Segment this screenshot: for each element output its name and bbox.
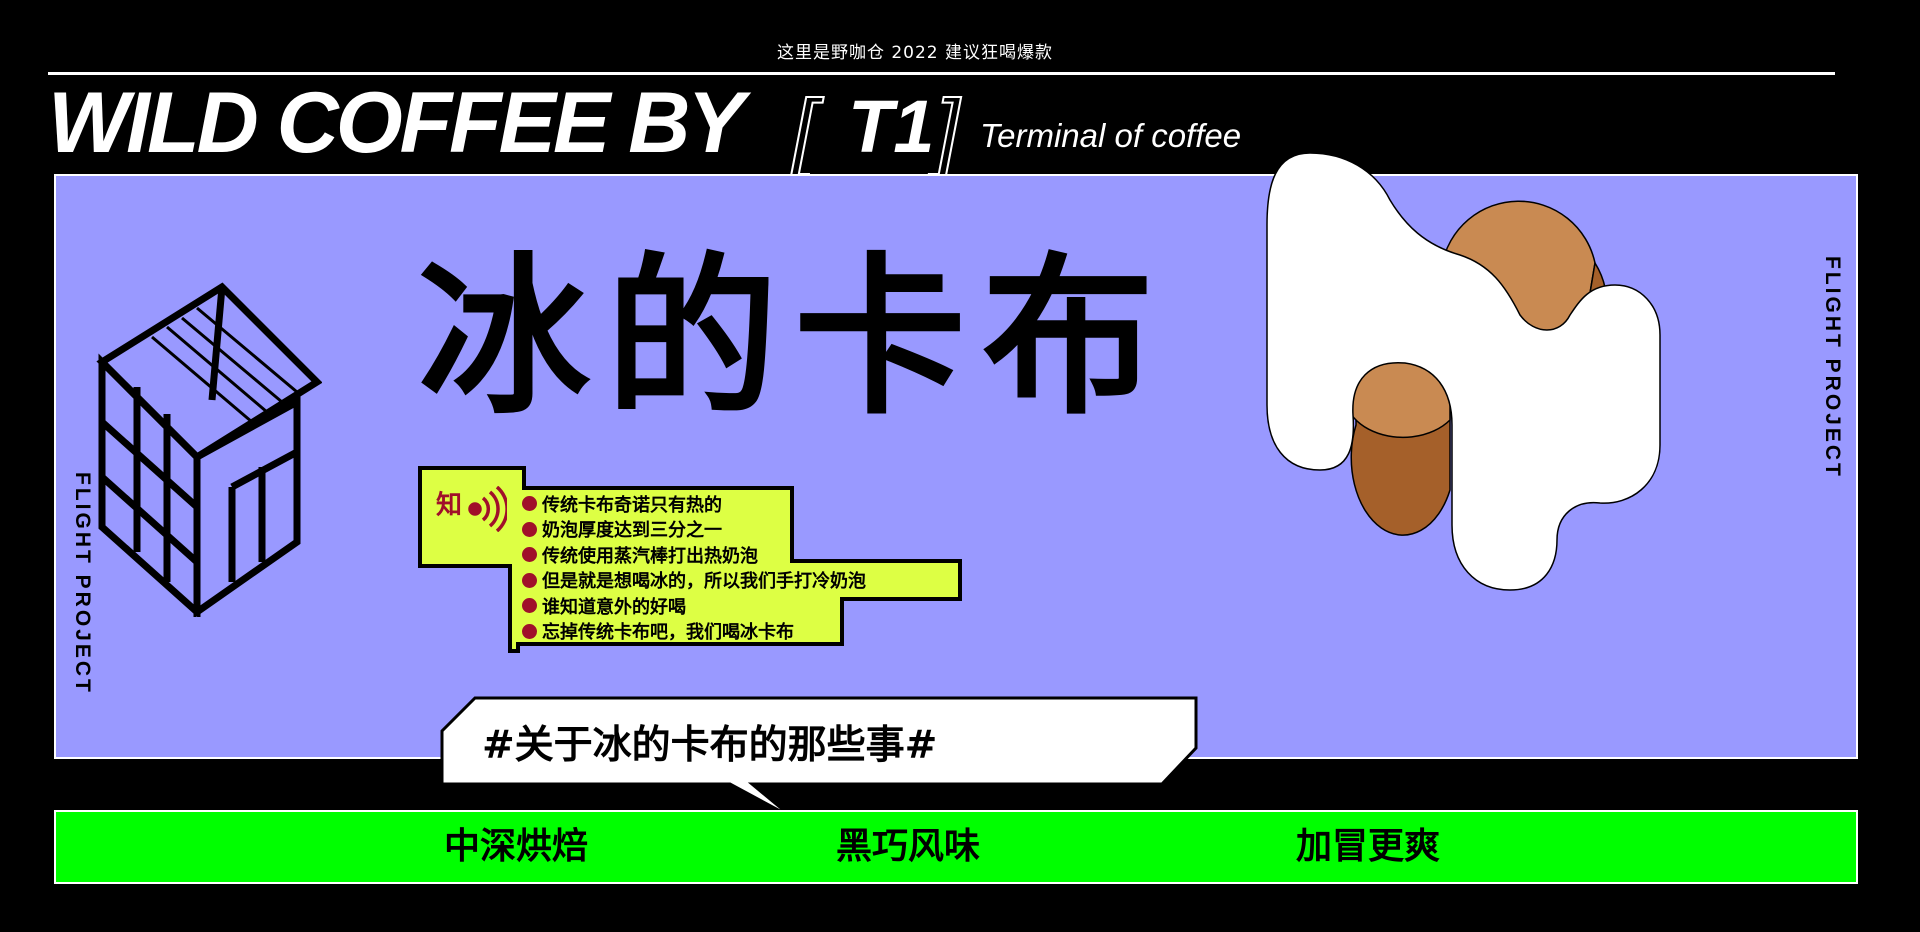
list-item: 谁知道意外的好喝 <box>522 593 866 619</box>
notes-list: 传统卡布奇诺只有热的 奶泡厚度达到三分之一 传统使用蒸汽棒打出热奶泡 但是就是想… <box>522 491 866 644</box>
bracket-left: [ <box>791 81 817 180</box>
header-tagline: 这里是野咖仓 2022 建议狂喝爆款 <box>776 43 1054 63</box>
list-item-text: 传统使用蒸汽棒打出热奶泡 <box>542 545 758 567</box>
feature-flavor: 黑巧风味 <box>836 826 981 867</box>
bubble-text: #关于冰的卡布的那些事# <box>482 723 938 768</box>
wild-logo-house-icon <box>92 282 323 621</box>
knowledge-sound-icon: 知 <box>436 485 509 533</box>
bullet-dot <box>522 598 537 614</box>
brand-subtitle: Terminal of coffee <box>980 117 1242 154</box>
list-item-text: 谁知道意外的好喝 <box>542 596 686 618</box>
brand-title: WILD COFFEE BY <box>48 75 745 171</box>
list-item: 忘掉传统卡布吧，我们喝冰卡布 <box>522 619 866 645</box>
side-label-left: FLIGHT PROJECT <box>71 472 94 695</box>
bullet-dot <box>522 547 537 563</box>
bullet-dot <box>522 572 537 588</box>
hero-title: 冰的卡布 <box>418 237 1170 438</box>
side-label-right: FLIGHT PROJECT <box>1821 256 1844 479</box>
bullet-dot <box>522 496 537 512</box>
list-item-text: 但是就是想喝冰的，所以我们手打冷奶泡 <box>542 571 866 593</box>
bullet-dot <box>522 521 537 537</box>
list-item: 传统卡布奇诺只有热的 <box>522 491 866 517</box>
bracket-right: ] <box>934 81 960 180</box>
list-item-text: 奶泡厚度达到三分之一 <box>542 520 722 542</box>
bullet-dot <box>522 623 537 639</box>
feature-ice: 加冒更爽 <box>1296 826 1441 867</box>
feature-roast: 中深烘焙 <box>444 826 589 867</box>
list-item-text: 忘掉传统卡布吧，我们喝冰卡布 <box>542 622 794 644</box>
list-item-text: 传统卡布奇诺只有热的 <box>542 494 722 516</box>
list-item: 但是就是想喝冰的，所以我们手打冷奶泡 <box>522 568 866 594</box>
list-item: 奶泡厚度达到三分之一 <box>522 517 866 543</box>
list-item: 传统使用蒸汽棒打出热奶泡 <box>522 542 866 568</box>
brand-code: T1 <box>848 85 935 168</box>
knowledge-icon-text: 知 <box>436 490 463 521</box>
milk-foam-coffee-icon <box>1265 145 1715 604</box>
